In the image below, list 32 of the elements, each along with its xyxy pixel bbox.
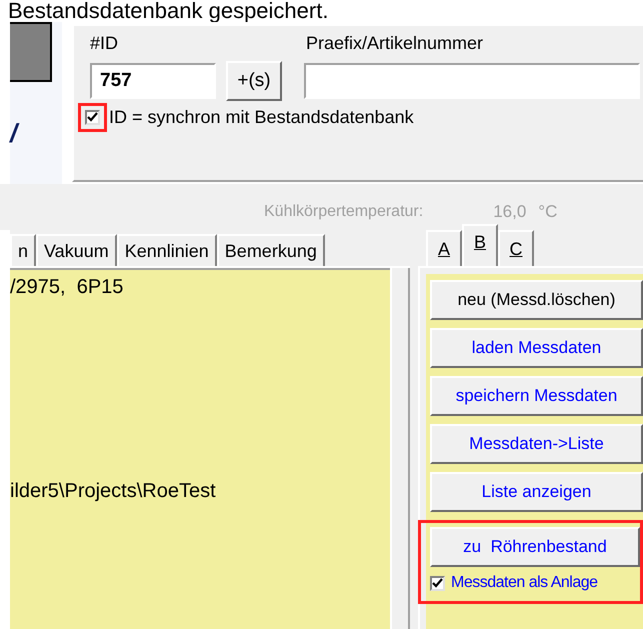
temperature-unit: °C [538,200,558,222]
side-button[interactable]: zu Röhrenbestand [430,527,640,567]
prefix-field[interactable] [304,63,640,99]
prefix-label: Praefix/Artikelnummer [305,32,484,55]
side-button[interactable]: Liste anzeigen [430,472,643,512]
tab[interactable]: Kennlinien [116,234,217,266]
memo-line: /2975, 6P15 [10,275,124,300]
temperature-value: 16,0 [493,200,526,222]
sync-label: ID = synchron mit Bestandsdatenbank [109,106,414,129]
checkbox[interactable] [430,576,445,590]
panel-label: / [10,116,18,150]
tab[interactable]: B [462,224,498,266]
id-field[interactable]: 757 [90,63,216,99]
check-icon [87,112,98,123]
tab[interactable]: Bemerkung [216,234,325,266]
tab[interactable]: C [498,230,534,266]
memo-line: ilder5\Projects\RoeTest [10,479,217,504]
plus-button[interactable]: +(s) [226,61,282,101]
temperature-label: Kühlkörpertemperatur: [264,202,424,222]
check-icon [432,578,443,588]
side-button[interactable]: neu (Messd.löschen) [430,280,643,320]
checkbox[interactable] [85,110,100,125]
tab[interactable]: n [10,234,36,266]
image-frame [10,22,52,82]
side-button[interactable]: laden Messdaten [430,328,643,368]
side-button[interactable]: speichern Messdaten [430,376,643,416]
status-message: Bestandsdatenbank gespeichert. [0,0,643,22]
tab[interactable]: Vakuum [36,234,117,266]
tab[interactable]: A [426,230,462,266]
id-label: #ID [90,32,120,55]
anlage-label: Messdaten als Anlage [451,573,598,593]
side-button[interactable]: Messdaten->Liste [430,424,643,464]
